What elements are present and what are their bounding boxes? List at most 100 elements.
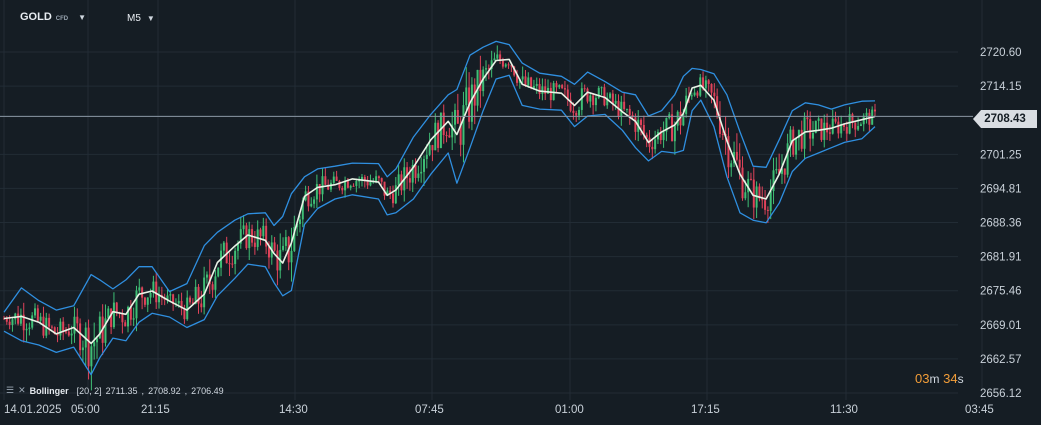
chart-canvas[interactable]: 2720.60 2714.15 2701.25 2694.81 2688.36 2681.… [0,0,1041,425]
candle-body [34,308,37,316]
timer-seconds-unit: s [957,372,964,386]
candle-body [36,308,39,321]
candle-body [81,347,84,351]
candle-body [96,338,99,343]
candle-body [766,209,769,211]
symbol-selector[interactable]: GOLD CFD ▼ [20,11,86,23]
candle-body [248,229,251,249]
candle-body [465,87,468,106]
settings-icon[interactable]: ☰ [6,385,14,396]
candle-body [177,300,180,304]
candle-body [854,122,857,130]
candle-body [149,293,152,298]
candle-body [338,180,341,188]
candle-body [611,93,614,104]
candle-body [408,178,411,183]
candle-body [848,114,851,134]
timer-minutes: 03 [915,371,930,386]
candle-body [425,154,428,160]
candle-body [324,176,327,185]
x-tick-label: 05:00 [71,404,100,416]
timer-minutes-unit: m [929,372,940,386]
symbol-badge: CFD [55,16,69,22]
candle-body [563,88,566,90]
candle-body [332,176,335,183]
candle-countdown: 03m 34s [915,371,964,386]
candle-body [284,237,287,246]
indicator-legend: ☰ ✕ Bollinger [20, 2] 2711.35, 2708.92, … [6,385,224,396]
candle-body [87,327,90,367]
candle-body [231,263,234,265]
candle-body [110,308,113,328]
candle-body [200,303,203,308]
candle-body [811,133,814,139]
candle-body [417,173,420,178]
candle-body [654,139,657,150]
chevron-down-icon[interactable]: ▼ [78,13,86,22]
candle-body [115,302,118,313]
candle-body [707,80,710,84]
candle-body [93,342,96,347]
candle-body [544,86,547,94]
candle-body [769,191,772,211]
candle-body [112,302,115,328]
y-tick-label: 2720.60 [980,47,1022,59]
candle-body [775,168,778,171]
bollinger-upper-line [3,40,876,313]
candle-body [485,68,488,70]
candle-body [318,184,321,195]
candle-body [310,203,313,207]
candle-body [11,319,14,325]
candle-body [298,219,301,225]
candle-body [143,297,146,305]
y-tick-label: 2714.15 [980,81,1022,93]
candle-body [234,250,237,264]
candle-body [859,124,862,127]
candle-body [783,168,786,175]
candle-body [377,176,380,179]
candle-body [558,85,561,88]
candle-body [205,274,208,278]
candle-body [422,159,425,172]
timeframe-selector[interactable]: M5 ▼ [127,13,155,24]
candle-body [800,129,803,149]
candle-body [431,145,434,151]
chevron-down-icon[interactable]: ▼ [147,14,155,23]
candle-body [397,174,400,186]
bollinger-middle-line [3,58,876,345]
x-tick-label: 01:00 [555,404,584,416]
candle-body [592,95,595,106]
candle-body [741,167,744,199]
candle-body [8,321,11,325]
candle-body [493,58,496,61]
chart-grid [0,0,983,400]
candle-body [462,105,465,145]
candle-body [391,193,394,204]
candle-body [628,108,631,116]
candle-body [90,346,93,367]
candle-body [76,316,79,324]
candle-body [696,92,699,96]
candle-body [738,159,741,168]
candle-body [817,118,820,121]
x-tick-label: 07:45 [415,404,444,416]
close-icon[interactable]: ✕ [18,385,26,396]
candle-body [795,137,798,155]
candle-body [445,135,448,137]
candle-body [50,326,53,328]
x-tick-label: 21:15 [141,404,170,416]
candlestick-series [3,45,876,391]
candle-body [837,121,840,134]
candle-body [764,200,767,210]
candle-body [730,163,733,168]
candle-body [138,287,141,291]
candle-body [744,192,747,199]
candle-body [214,276,217,290]
candle-body [65,331,68,333]
candle-body [222,242,225,251]
candle-body [253,242,256,247]
candle-body [79,323,82,351]
trading-chart-app: { "header": { "symbol": "GOLD", "symbol_… [0,0,1041,425]
candle-body [857,126,860,130]
candle-body [62,321,65,332]
